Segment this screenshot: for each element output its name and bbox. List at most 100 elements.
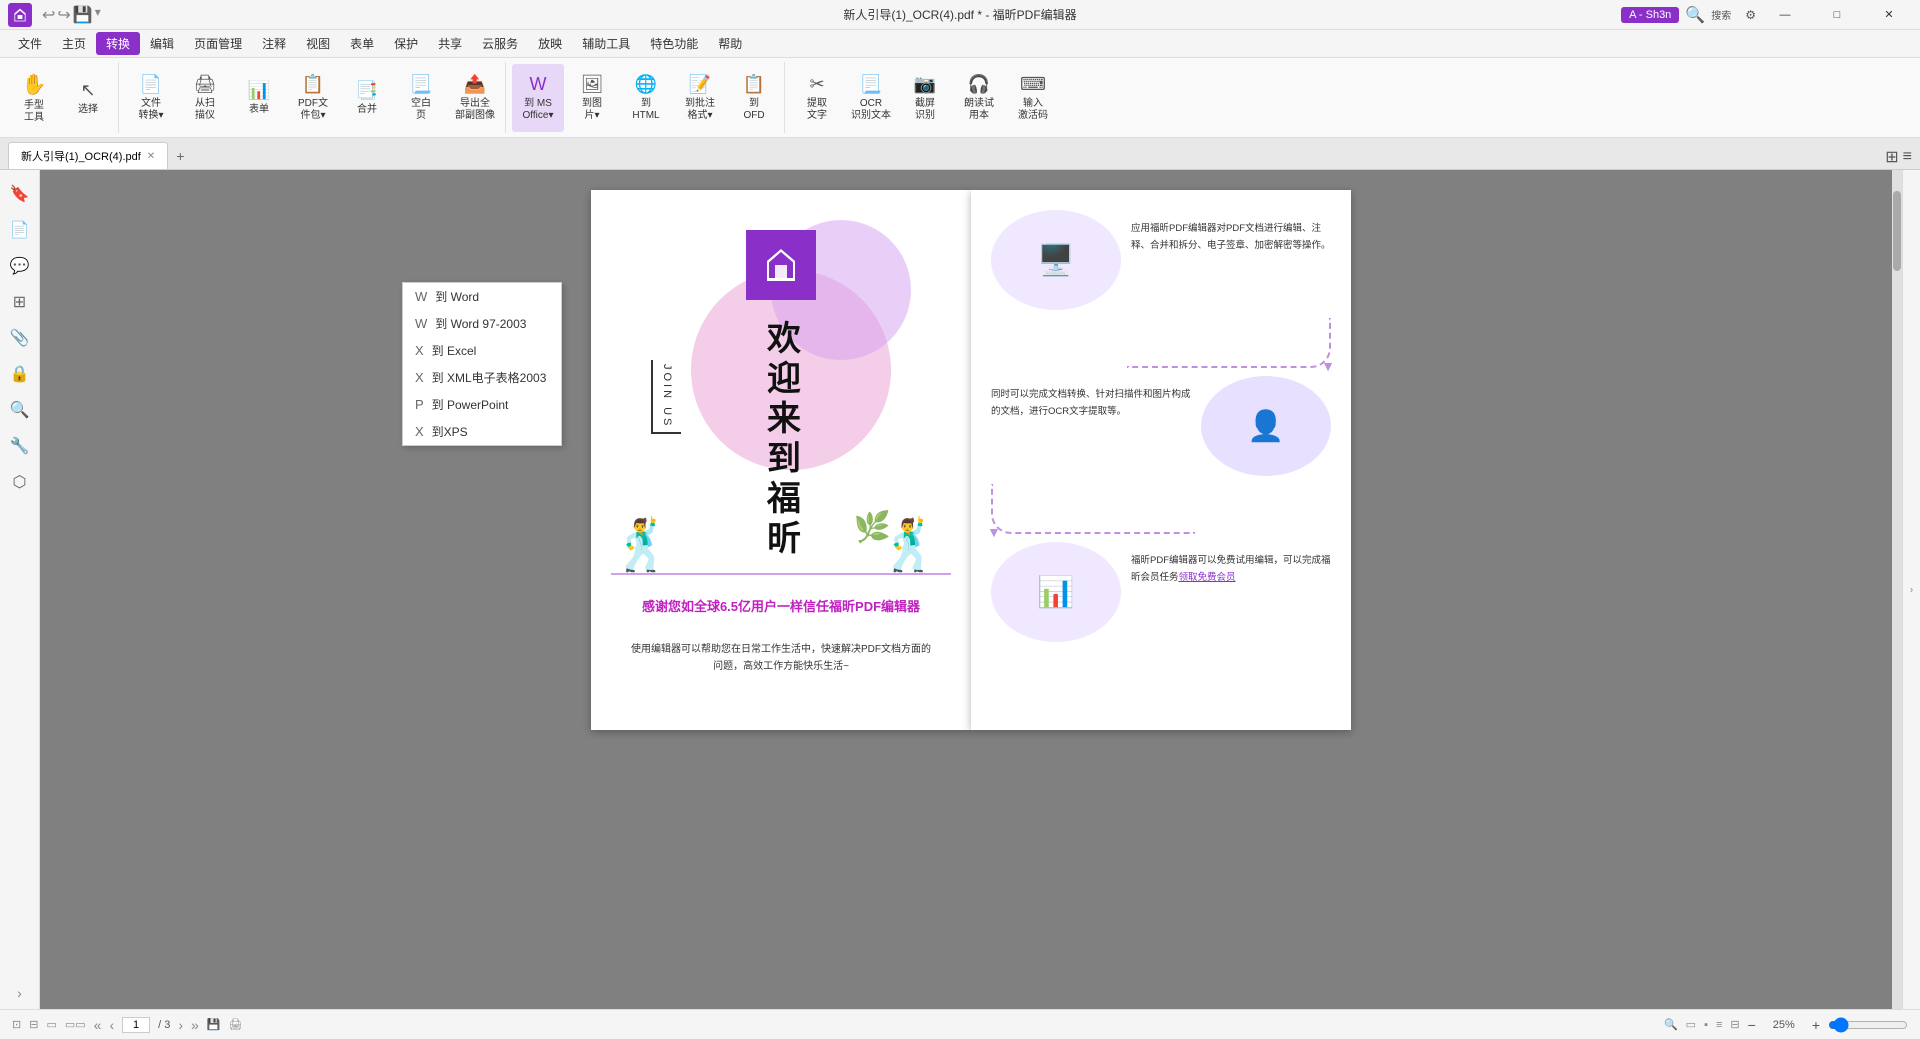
sidebar-bookmarks[interactable]: 🔖 <box>4 178 36 210</box>
to-sheet-button[interactable]: 🖼 到图片▾ <box>566 64 618 132</box>
scrollbar-thumb[interactable] <box>1893 191 1901 271</box>
undo-icon[interactable]: ↩ <box>42 5 55 25</box>
blank-page-button[interactable]: 📃 空白页 <box>395 64 447 132</box>
nav-first[interactable]: « <box>94 1017 102 1033</box>
sidebar-comments[interactable]: 💬 <box>4 250 36 282</box>
settings-icon[interactable]: ⚙ <box>1745 8 1756 22</box>
to-html-button[interactable]: 🌐 到HTML <box>620 64 672 132</box>
scan-convert-button[interactable]: 🖨 从扫描仪 <box>179 64 231 132</box>
leaf-decoration: 🌿 <box>854 510 891 545</box>
foxitpdf-logo <box>761 245 801 285</box>
sidebar-tools[interactable]: 🔧 <box>4 430 36 462</box>
list-view-icon[interactable]: ≡ <box>1903 148 1912 166</box>
menu-cloud[interactable]: 云服务 <box>472 32 528 55</box>
fit-width-icon[interactable]: ⊟ <box>29 1018 38 1031</box>
file-convert-label: 文件转换▾ <box>138 98 163 122</box>
fit-page-icon[interactable]: ⊡ <box>12 1018 21 1031</box>
sidebar-pages[interactable]: 📄 <box>4 214 36 246</box>
ocr-label: OCR识别文本 <box>851 98 891 122</box>
ocr-button[interactable]: 📃 OCR识别文本 <box>845 64 897 132</box>
print-icon[interactable]: 🖨 <box>229 1018 243 1031</box>
menu-features[interactable]: 特色功能 <box>640 32 708 55</box>
search-bar[interactable]: 搜索 <box>1711 7 1731 22</box>
redo-icon[interactable]: ↪ <box>57 5 70 25</box>
grid-view-icon[interactable]: ⊞ <box>1885 147 1898 167</box>
toolbar-arrow[interactable]: ▾ <box>95 5 101 25</box>
nav-prev[interactable]: ‹ <box>109 1017 114 1033</box>
menu-help[interactable]: 帮助 <box>708 32 752 55</box>
close-button[interactable]: ✕ <box>1866 0 1912 30</box>
to-ofd-button[interactable]: 📋 到OFD <box>728 64 780 132</box>
current-tab[interactable]: 新人引导(1)_OCR(4).pdf ✕ <box>8 142 168 169</box>
save-icon[interactable]: 💾 <box>73 5 93 25</box>
zoom-out-button[interactable]: − <box>1748 1017 1756 1033</box>
menu-home[interactable]: 主页 <box>52 32 96 55</box>
search-toggle[interactable]: 🔍 <box>1685 5 1705 25</box>
zoom-type-icon[interactable]: 🔍 <box>1664 1018 1678 1031</box>
page2-text-3-content: 福昕PDF编辑器可以免费试用编辑，可以完成福昕会员任务领取免费会员 <box>1131 552 1331 586</box>
file-convert-button[interactable]: 📄 文件转换▾ <box>125 64 177 132</box>
menu-view[interactable]: 视图 <box>296 32 340 55</box>
nav-next[interactable]: › <box>178 1017 183 1033</box>
dropdown-to-xps[interactable]: X 到XPS <box>403 418 561 445</box>
listen-button[interactable]: 🎧 朗读试用本 <box>953 64 1005 132</box>
pdf-package-icon: 📋 <box>302 74 324 95</box>
menu-edit[interactable]: 编辑 <box>140 32 184 55</box>
export-all-button[interactable]: 📤 导出全部副图像 <box>449 64 501 132</box>
menu-annotate[interactable]: 注释 <box>252 32 296 55</box>
ofd-icon: 📋 <box>743 74 765 95</box>
two-page-icon[interactable]: ▭▭ <box>65 1018 86 1031</box>
zoom-slider[interactable] <box>1828 1017 1908 1033</box>
nav-last[interactable]: » <box>191 1017 199 1033</box>
right-sidebar-toggle[interactable]: › <box>1910 584 1913 595</box>
input-code-icon: ⌨ <box>1020 74 1046 95</box>
dropdown-to-word[interactable]: W 到 Word <box>403 283 561 310</box>
menu-page-manage[interactable]: 页面管理 <box>184 32 252 55</box>
single-page-icon[interactable]: ▭ <box>46 1018 56 1031</box>
view-single-icon: ▪ <box>1704 1019 1708 1031</box>
to-ms-office-button[interactable]: W 到 MSOffice▾ <box>512 64 564 132</box>
menu-protect[interactable]: 保护 <box>384 32 428 55</box>
sidebar-search[interactable]: 🔍 <box>4 394 36 426</box>
input-code-button[interactable]: ⌨ 输入激活码 <box>1007 64 1059 132</box>
sidebar-signatures[interactable]: 🔒 <box>4 358 36 390</box>
merge-button[interactable]: 📑 合并 <box>341 64 393 132</box>
minimize-button[interactable]: — <box>1762 0 1808 30</box>
add-tab-button[interactable]: + <box>168 143 192 169</box>
menu-share[interactable]: 共享 <box>428 32 472 55</box>
sidebar-layers[interactable]: ⊞ <box>4 286 36 318</box>
tab-close-button[interactable]: ✕ <box>147 151 155 162</box>
maximize-button[interactable]: □ <box>1814 0 1860 30</box>
sidebar-stamp[interactable]: ⬡ <box>4 466 36 498</box>
page-number-input[interactable] <box>122 1017 150 1033</box>
blank-page-label: 空白页 <box>411 98 431 122</box>
menu-assist[interactable]: 辅助工具 <box>572 32 640 55</box>
pdf-package-label: PDF文件包▾ <box>298 98 328 122</box>
menu-play[interactable]: 放映 <box>528 32 572 55</box>
dropdown-to-word97-label: 到 Word 97-2003 <box>435 315 526 332</box>
hand-tool-button[interactable]: ✋ 手型工具 <box>8 64 60 132</box>
menu-convert[interactable]: 转换 <box>96 32 140 55</box>
app-logo <box>8 3 32 27</box>
vertical-scrollbar[interactable] <box>1892 170 1902 1009</box>
menu-form[interactable]: 表单 <box>340 32 384 55</box>
export-all-label: 导出全部副图像 <box>455 98 495 122</box>
sidebar-attachments[interactable]: 📎 <box>4 322 36 354</box>
dropdown-to-xml[interactable]: X 到 XML电子表格2003 <box>403 364 561 391</box>
dropdown-to-word97[interactable]: W 到 Word 97-2003 <box>403 310 561 337</box>
select-tool-button[interactable]: ↖ 选择 <box>62 64 114 132</box>
menu-file[interactable]: 文件 <box>8 32 52 55</box>
pdf-package-button[interactable]: 📋 PDF文件包▾ <box>287 64 339 132</box>
excel-icon: X <box>415 343 424 358</box>
table-button[interactable]: 📊 表单 <box>233 64 285 132</box>
save-doc-icon[interactable]: 💾 <box>207 1018 221 1031</box>
dropdown-to-powerpoint[interactable]: P 到 PowerPoint <box>403 391 561 418</box>
dropdown-to-excel[interactable]: X 到 Excel <box>403 337 561 364</box>
free-member-link[interactable]: 领取免费会员 <box>1179 572 1236 583</box>
zoom-in-button[interactable]: + <box>1812 1017 1820 1033</box>
to-txt-button[interactable]: 📝 到批注格式▾ <box>674 64 726 132</box>
right-sidebar: › <box>1902 170 1920 1009</box>
capture-text-button[interactable]: ✂ 提取文字 <box>791 64 843 132</box>
sidebar-collapse-arrow[interactable]: › <box>17 985 22 1001</box>
screenshot-button[interactable]: 📷 截屏识别 <box>899 64 951 132</box>
